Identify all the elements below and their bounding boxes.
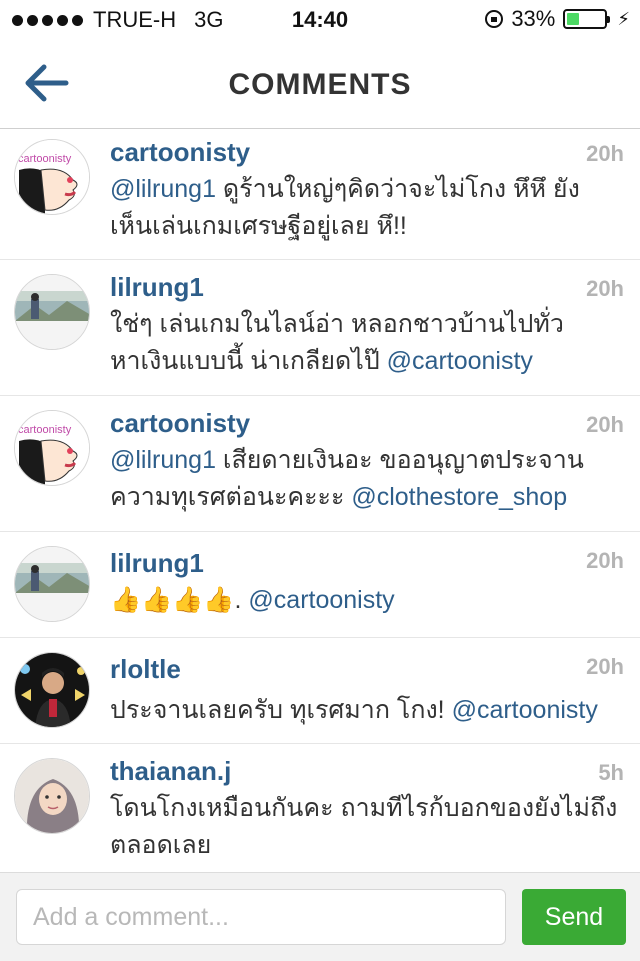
rotation-lock-icon: [485, 10, 504, 28]
status-right: 33% ⚡: [485, 6, 630, 32]
comment-item: cartoonisty cartoonisty 20h @lilrung1 เส…: [0, 396, 640, 532]
comment-body: 👍👍👍👍.: [110, 586, 249, 614]
nav-bar: COMMENTS: [0, 40, 640, 129]
comment-text: ใช่ๆ เล่นเกมในไลน์อ่า หลอกชาวบ้านไปทั่ว …: [110, 306, 620, 380]
comment-username[interactable]: rloltle: [110, 654, 181, 685]
comment-username[interactable]: cartoonisty: [110, 137, 250, 168]
comment-timestamp: 5h: [598, 760, 624, 785]
mention-link[interactable]: @cartoonisty: [452, 696, 598, 724]
comments-list: cartoonisty cartoonisty 20h @lilrung1 ดู…: [0, 129, 640, 874]
comment-text: @lilrung1 ดูร้านใหญ่ๆคิดว่าจะไม่โกง หึหึ…: [110, 171, 620, 245]
avatar[interactable]: [14, 274, 90, 350]
charging-bolt-icon: ⚡: [617, 8, 630, 29]
comment-composer: Send: [0, 872, 640, 961]
woman-hijab-avatar-icon: [15, 759, 89, 833]
svg-text:cartoonisty: cartoonisty: [18, 424, 72, 436]
comment-timestamp: 20h: [586, 141, 624, 166]
comment-username[interactable]: lilrung1: [110, 272, 204, 303]
mention-link[interactable]: @cartoonisty: [387, 347, 533, 375]
svg-text:cartoonisty: cartoonisty: [18, 153, 72, 165]
comment-timestamp: 20h: [586, 654, 624, 679]
comment-body: โดนโกงเหมือนกันคะ ถามทีไรก้บอกของยังไม่ถ…: [110, 794, 618, 859]
avatar[interactable]: [14, 546, 90, 622]
comment-item: thaianan.j 5h โดนโกงเหมือนกันคะ ถามทีไรก…: [0, 744, 640, 874]
status-bar: TRUE-H 3G 14:40 33% ⚡: [0, 0, 640, 40]
comment-item: cartoonisty cartoonisty 20h @lilrung1 ดู…: [0, 129, 640, 260]
cartoon-face-avatar-icon: cartoonisty: [15, 140, 89, 214]
page-title: COMMENTS: [228, 68, 412, 101]
send-button[interactable]: Send: [522, 889, 626, 945]
comment-body: ประจานเลยครับ ทุเรศมาก โกง!: [110, 696, 452, 724]
mention-link[interactable]: @lilrung1: [110, 175, 216, 203]
comment-username[interactable]: cartoonisty: [110, 408, 250, 439]
avatar[interactable]: cartoonisty: [14, 139, 90, 215]
comment-timestamp: 20h: [586, 548, 624, 573]
comment-text: ประจานเลยครับ ทุเรศมาก โกง! @cartoonisty: [110, 692, 620, 729]
man-portrait-avatar-icon: [15, 653, 89, 727]
comment-input[interactable]: [16, 889, 506, 945]
landscape-photo-avatar-icon: [15, 275, 89, 349]
comment-text: @lilrung1 เสียดายเงินอะ ขออนุญาตประจานคว…: [110, 442, 620, 516]
comment-timestamp: 20h: [586, 412, 624, 437]
mention-link[interactable]: @lilrung1: [110, 446, 216, 474]
comment-item: lilrung1 20h 👍👍👍👍. @cartoonisty: [0, 532, 640, 638]
battery-percent: 33%: [511, 6, 556, 31]
comment-username[interactable]: lilrung1: [110, 548, 204, 579]
avatar[interactable]: [14, 758, 90, 834]
comment-text: โดนโกงเหมือนกันคะ ถามทีไรก้บอกของยังไม่ถ…: [110, 790, 620, 864]
landscape-photo-avatar-icon: [15, 547, 89, 621]
mention-link[interactable]: @cartoonisty: [248, 586, 394, 614]
avatar[interactable]: cartoonisty: [14, 410, 90, 486]
comment-item: rloltle 20h ประจานเลยครับ ทุเรศมาก โกง! …: [0, 638, 640, 744]
comment-username[interactable]: thaianan.j: [110, 756, 231, 787]
battery-icon: [563, 9, 611, 29]
comment-item: lilrung1 20h ใช่ๆ เล่นเกมในไลน์อ่า หลอกช…: [0, 260, 640, 396]
battery-level: [567, 13, 580, 25]
mention-link[interactable]: @clothestore_shop: [351, 483, 567, 511]
avatar[interactable]: [14, 652, 90, 728]
cartoon-face-avatar-icon: cartoonisty: [15, 411, 89, 485]
comment-text: 👍👍👍👍. @cartoonisty: [110, 582, 620, 619]
comment-timestamp: 20h: [586, 276, 624, 301]
